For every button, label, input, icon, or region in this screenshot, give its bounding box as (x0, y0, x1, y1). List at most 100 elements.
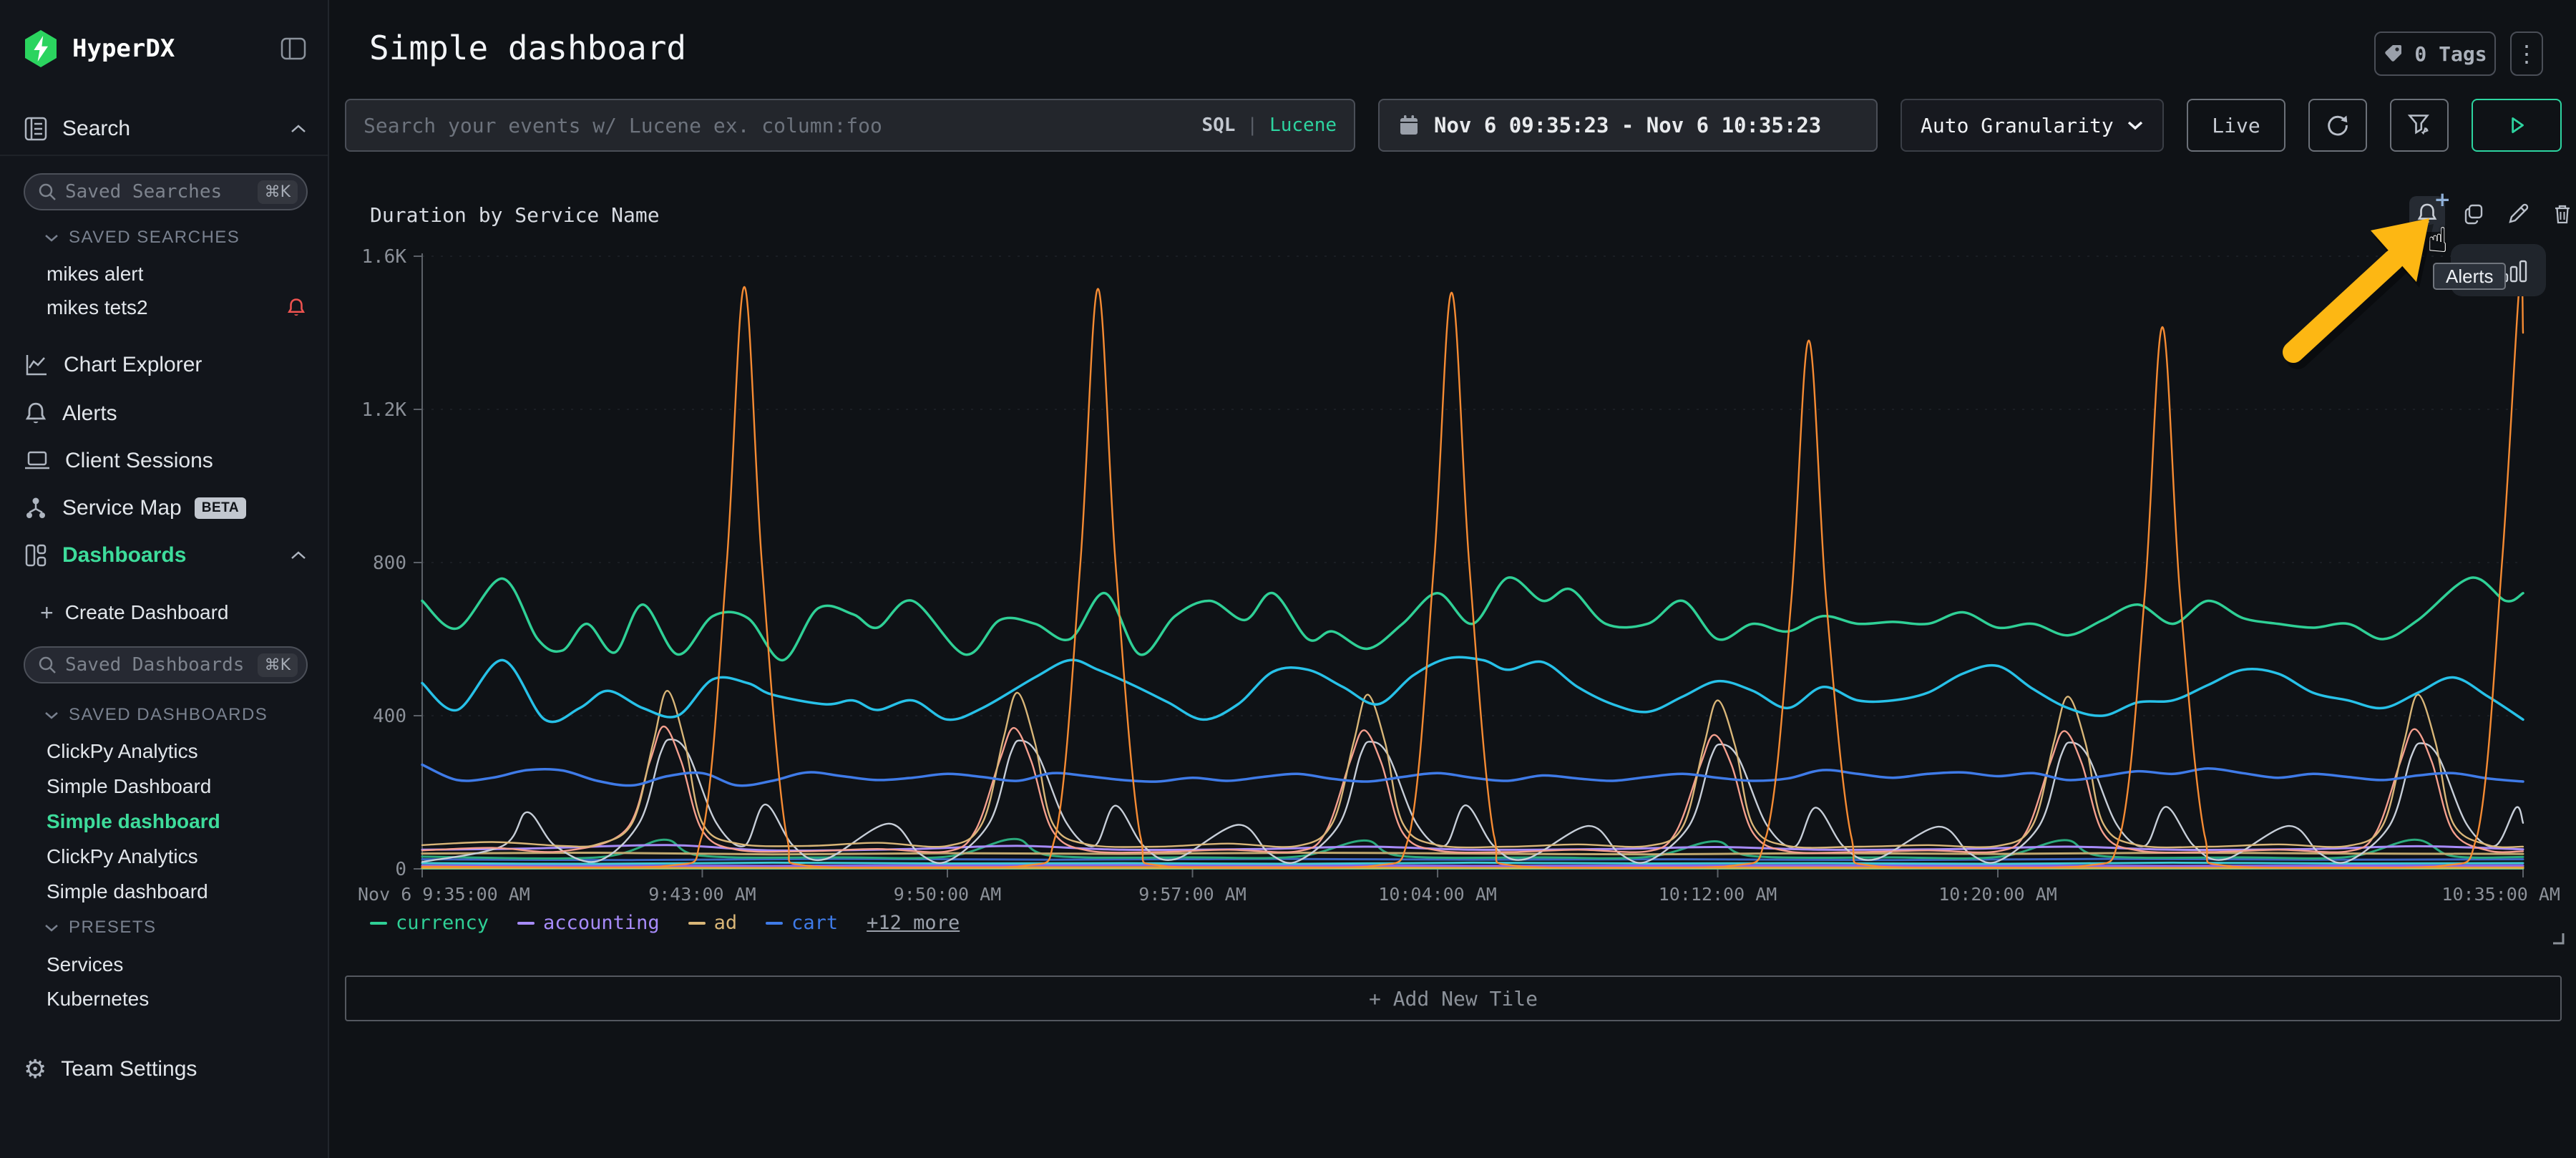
trash-icon (2551, 203, 2574, 225)
dashboards-icon (24, 542, 48, 568)
sidebar-item-service-map[interactable]: Service Map BETA (0, 492, 328, 524)
laptop-icon (24, 449, 51, 473)
add-new-tile-button[interactable]: + Add New Tile (345, 975, 2562, 1021)
plus-icon: + (40, 600, 54, 626)
saved-dashboard-item[interactable]: ClickPy Analytics (0, 737, 328, 766)
magnifier-icon (38, 656, 57, 674)
svg-text:Nov 6 9:35:00 AM: Nov 6 9:35:00 AM (358, 884, 530, 905)
kebab-menu-button[interactable]: ⋮ (2510, 31, 2543, 76)
sidebar-item-alerts[interactable]: Alerts (0, 398, 328, 429)
create-dashboard-label: Create Dashboard (65, 601, 229, 624)
event-search-box[interactable]: SQL | Lucene (345, 99, 1355, 152)
preset-item[interactable]: Kubernetes (0, 985, 328, 1013)
alert-bell-icon (286, 297, 306, 318)
saved-searches-section-header[interactable]: SAVED SEARCHES (0, 228, 328, 248)
dashboard-label: ClickPy Analytics (47, 845, 198, 868)
legend-item-currency[interactable]: currency (370, 912, 489, 934)
section-title: SAVED DASHBOARDS (69, 705, 268, 725)
preset-item[interactable]: Services (0, 950, 328, 979)
chevron-down-icon (44, 924, 59, 932)
saved-searches-field[interactable] (65, 181, 258, 203)
play-icon (2506, 115, 2527, 136)
toggle-separator: | (1246, 115, 1258, 136)
run-query-button[interactable] (2472, 99, 2562, 152)
svg-text:400: 400 (373, 706, 406, 727)
saved-searches-input[interactable]: ⌘K (24, 173, 308, 210)
chart-legend: currency accounting ad cart +12 more (370, 912, 960, 934)
tags-button[interactable]: 0 Tags (2374, 31, 2496, 76)
pencil-icon (2507, 203, 2529, 225)
sidebar: HyperDX Search ⌘K SAVED SEARCHES mikes a… (0, 0, 329, 1158)
live-label: Live (2212, 114, 2260, 137)
saved-dashboard-item[interactable]: Simple Dashboard (0, 772, 328, 801)
saved-dashboard-item[interactable]: Simple dashboard (0, 877, 328, 906)
time-range-picker[interactable]: Nov 6 09:35:23 - Nov 6 10:35:23 (1378, 99, 1878, 152)
hyperdx-app: { "brand": { "name": "HyperDX" }, "sideb… (0, 0, 2576, 1158)
saved-dashboard-item[interactable]: ClickPy Analytics (0, 842, 328, 871)
beta-badge: BETA (195, 497, 246, 519)
legend-label: accounting (543, 912, 660, 934)
granularity-label: Auto Granularity (1921, 114, 2114, 137)
tag-icon (2383, 43, 2404, 64)
sidebar-item-client-sessions[interactable]: Client Sessions (0, 445, 328, 477)
sidebar-item-dashboards[interactable]: Dashboards (0, 540, 328, 571)
tags-label: 0 Tags (2414, 42, 2487, 66)
legend-more-link[interactable]: +12 more (867, 912, 960, 934)
legend-label: ad (714, 912, 738, 934)
duplicate-tile-button[interactable] (2458, 198, 2489, 230)
live-button[interactable]: Live (2187, 99, 2285, 152)
delete-tile-button[interactable] (2547, 198, 2576, 230)
bell-icon (24, 401, 48, 427)
nav-label: Client Sessions (65, 449, 213, 473)
legend-swatch (370, 922, 387, 925)
tooltip-label: Alerts (2446, 266, 2493, 288)
dashboard-label: ClickPy Analytics (47, 740, 198, 763)
legend-item-accounting[interactable]: accounting (517, 912, 660, 934)
shortcut-badge: ⌘K (258, 653, 298, 677)
svg-text:9:50:00 AM: 9:50:00 AM (894, 884, 1002, 905)
brand-name: HyperDX (72, 34, 175, 63)
svg-text:9:43:00 AM: 9:43:00 AM (648, 884, 756, 905)
filter-button[interactable] (2390, 99, 2449, 152)
saved-dashboard-item-active[interactable]: Simple dashboard (0, 807, 328, 836)
granularity-select[interactable]: Auto Granularity (1901, 99, 2164, 152)
sidebar-item-search[interactable]: Search (0, 113, 328, 145)
svg-text:10:12:00 AM: 10:12:00 AM (1659, 884, 1777, 905)
add-tile-label: + Add New Tile (1369, 987, 1538, 1011)
gear-icon: ⚙ (24, 1055, 47, 1084)
sql-toggle[interactable]: SQL (1201, 115, 1235, 136)
page-title: Simple dashboard (369, 29, 686, 67)
saved-dashboards-input[interactable]: ⌘K (24, 646, 308, 683)
event-search-input[interactable] (364, 114, 1201, 137)
shortcut-badge: ⌘K (258, 180, 298, 204)
tile-resize-handle[interactable] (2546, 926, 2565, 948)
sidebar-item-chart-explorer[interactable]: Chart Explorer (0, 349, 328, 381)
legend-swatch (766, 922, 783, 925)
saved-dashboards-section-header[interactable]: SAVED DASHBOARDS (0, 705, 328, 725)
collapse-sidebar-icon[interactable] (280, 37, 306, 60)
magnifier-icon (38, 183, 57, 201)
nav-label: Alerts (62, 402, 117, 426)
lucene-toggle[interactable]: Lucene (1269, 115, 1337, 136)
saved-search-item[interactable]: mikes alert (0, 260, 328, 288)
divider (0, 155, 328, 156)
time-range-label: Nov 6 09:35:23 - Nov 6 10:35:23 (1434, 113, 1821, 137)
svg-text:10:35:00 AM: 10:35:00 AM (2441, 884, 2560, 905)
saved-dashboards-field[interactable] (65, 654, 258, 676)
duration-chart[interactable]: 04008001.2K1.6KNov 6 9:35:00 AM9:43:00 A… (358, 243, 2562, 916)
legend-item-ad[interactable]: ad (688, 912, 738, 934)
create-dashboard-button[interactable]: + Create Dashboard (0, 598, 328, 627)
saved-search-item[interactable]: mikes tets2 (0, 293, 328, 322)
refresh-button[interactable] (2308, 99, 2367, 152)
edit-tile-button[interactable] (2502, 198, 2534, 230)
sidebar-header: HyperDX (0, 29, 328, 69)
presets-section-header[interactable]: PRESETS (0, 918, 328, 938)
chart-line-icon (24, 352, 49, 378)
sidebar-item-team-settings[interactable]: ⚙ Team Settings (0, 1054, 328, 1085)
filter-edit-icon (2406, 112, 2432, 138)
saved-search-label: mikes tets2 (47, 296, 148, 319)
svg-text:1.2K: 1.2K (361, 399, 406, 421)
svg-text:0: 0 (395, 859, 406, 880)
legend-item-cart[interactable]: cart (766, 912, 838, 934)
calendar-icon (1398, 114, 1420, 137)
